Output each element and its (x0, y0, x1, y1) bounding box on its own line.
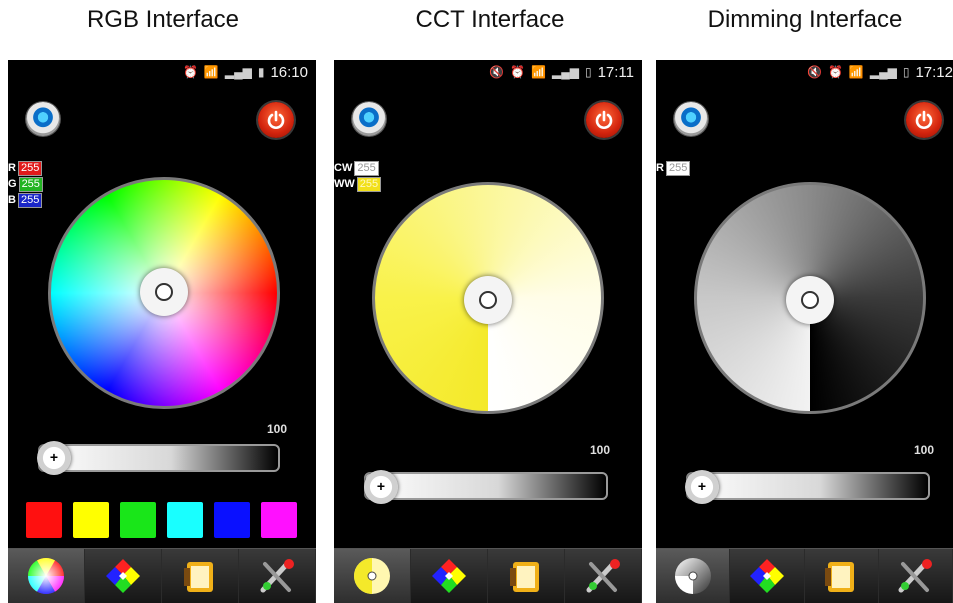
clock: 16:10 (270, 63, 308, 81)
wifi-icon: 📶 (531, 65, 546, 79)
tab-settings[interactable] (879, 549, 953, 603)
wheel-knob[interactable] (464, 276, 512, 324)
brightness-thumb[interactable]: + (37, 441, 71, 475)
channel-value: 255 (17, 193, 43, 208)
channel-label: R (656, 162, 664, 174)
swatch-red[interactable] (26, 502, 62, 538)
tab-settings[interactable] (239, 549, 316, 603)
channel-r: R 255 (656, 161, 691, 176)
tab-bar (656, 548, 953, 603)
channel-value: 255 (356, 177, 382, 192)
settings-tools-icon (586, 559, 620, 593)
power-button[interactable] (258, 102, 294, 138)
caption-cct: CCT Interface (415, 6, 565, 33)
tab-scenes[interactable] (411, 549, 488, 603)
music-film-icon (825, 562, 855, 592)
channel-value: 255 (18, 177, 43, 192)
clock: 17:12 (915, 63, 953, 81)
wifi-icon: 📶 (848, 65, 864, 79)
mute-icon: 🔇 (807, 65, 822, 79)
music-film-icon (184, 562, 213, 592)
tab-scenes[interactable] (730, 549, 805, 603)
cct-wheel-icon (354, 558, 390, 594)
scene-icon (749, 559, 784, 593)
power-icon (915, 110, 933, 129)
status-bar: 🔇 ⏰ 📶 ▂▄▆ ▯ 17:11 (334, 60, 642, 84)
channel-b: B 255 (8, 193, 43, 208)
tab-dimming-wheel[interactable] (656, 549, 731, 603)
alarm-icon: ⏰ (827, 65, 843, 79)
channel-value: 255 (17, 161, 43, 176)
tab-music[interactable] (805, 549, 879, 603)
bulb-icon[interactable] (352, 102, 386, 136)
signal-icon: ▂▄▆ (551, 65, 579, 79)
tab-bar (334, 548, 642, 603)
caption-dimming: Dimming Interface (707, 6, 903, 33)
channel-value: 255 (354, 161, 379, 176)
caption-rgb: RGB Interface (86, 6, 240, 33)
music-film-icon (510, 562, 539, 592)
scene-icon (432, 559, 466, 593)
power-icon (267, 110, 285, 129)
brightness-thumb[interactable]: + (364, 470, 398, 504)
tab-music[interactable] (488, 549, 565, 603)
alarm-icon: ⏰ (510, 65, 526, 79)
battery-icon: ▮ (257, 65, 265, 79)
brightness-value: 100 (914, 443, 935, 457)
settings-tools-icon (260, 559, 294, 593)
brightness-slider[interactable] (686, 472, 930, 500)
channel-value: 255 (665, 161, 691, 176)
swatch-green[interactable] (120, 502, 156, 538)
phone-dimming: 🔇 ⏰ 📶 ▂▄▆ ▯ 17:12 R 255 100 + (656, 60, 953, 603)
tab-music[interactable] (162, 549, 239, 603)
channel-cw: CW 255 (334, 161, 379, 176)
battery-icon: ▯ (902, 65, 910, 79)
settings-tools-icon (898, 559, 933, 593)
tab-color-wheel[interactable] (8, 549, 85, 603)
battery-icon: ▯ (584, 65, 592, 79)
swatch-blue[interactable] (214, 502, 250, 538)
wifi-icon: 📶 (203, 65, 219, 79)
bulb-icon[interactable] (674, 102, 708, 136)
channel-label: WW (334, 178, 355, 190)
mute-icon: 🔇 (489, 65, 505, 79)
scene-icon (106, 559, 140, 593)
swatch-yellow[interactable] (73, 502, 109, 538)
brightness-slider[interactable] (38, 444, 280, 472)
channel-label: G (8, 178, 17, 190)
bulb-icon[interactable] (26, 102, 60, 136)
channel-g: G 255 (8, 177, 43, 192)
swatch-magenta[interactable] (261, 502, 297, 538)
status-bar: ⏰ 📶 ▂▄▆ ▮ 16:10 (8, 60, 316, 84)
tab-settings[interactable] (565, 549, 642, 603)
brightness-thumb[interactable]: + (685, 470, 719, 504)
channel-ww: WW 255 (334, 177, 382, 192)
swatch-cyan[interactable] (167, 502, 203, 538)
phone-cct: 🔇 ⏰ 📶 ▂▄▆ ▯ 17:11 CW 255 WW 255 100 + (334, 60, 642, 603)
power-button[interactable] (906, 102, 942, 138)
channel-label: R (8, 162, 16, 174)
color-wheel-icon (27, 557, 64, 595)
power-icon (595, 110, 613, 129)
wheel-knob[interactable] (786, 276, 834, 324)
channel-r: R 255 (8, 161, 43, 176)
channel-label: B (8, 194, 16, 206)
dimming-wheel-icon (674, 558, 711, 594)
tab-scenes[interactable] (85, 549, 162, 603)
clock: 17:11 (597, 63, 634, 81)
tab-bar (8, 548, 316, 603)
power-button[interactable] (586, 102, 622, 138)
wheel-knob[interactable] (140, 268, 188, 316)
phone-rgb: ⏰ 📶 ▂▄▆ ▮ 16:10 R 255 G 255 B 255 100 + (8, 60, 316, 603)
alarm-icon: ⏰ (182, 65, 198, 79)
status-bar: 🔇 ⏰ 📶 ▂▄▆ ▯ 17:12 (656, 60, 953, 84)
brightness-value: 100 (267, 422, 288, 436)
brightness-slider[interactable] (364, 472, 608, 500)
tab-cct-wheel[interactable] (334, 549, 411, 603)
signal-icon: ▂▄▆ (224, 65, 252, 79)
channel-label: CW (334, 162, 353, 174)
signal-icon: ▂▄▆ (869, 65, 897, 79)
brightness-value: 100 (590, 443, 611, 457)
